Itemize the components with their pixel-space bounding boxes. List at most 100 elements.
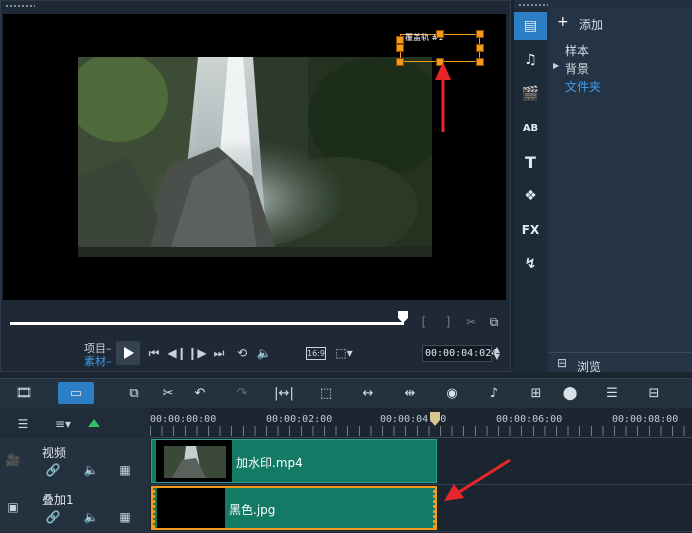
track-grid-icon[interactable]: ▦ [118, 509, 132, 525]
track-name: 叠加1 [42, 493, 74, 507]
ruler-tick-label: 00:00:08:00 [612, 414, 679, 425]
go-to-end-icon[interactable]: ⏭ [211, 345, 227, 361]
overlay-selection-box[interactable]: 覆盖轨 #1 [396, 30, 484, 66]
library-tree: + 添加 样本 ▶ 背景 文件夹 ⊟ 浏览 [549, 8, 692, 375]
track-name: 视频 [42, 446, 67, 460]
split-screen-icon[interactable]: ⊟ [640, 382, 668, 404]
browse-icon[interactable]: ⊟ [557, 356, 567, 370]
volume-icon[interactable]: 🔈 [256, 345, 272, 361]
audio-library-icon[interactable]: ♫ [514, 46, 547, 74]
mute-track-icon[interactable]: 🔈 [82, 462, 100, 478]
tools-icon[interactable]: ✂ [154, 382, 182, 404]
trim-handle-right[interactable] [433, 488, 437, 528]
multi-cam-icon[interactable]: ⊞ [522, 382, 550, 404]
time-ruler[interactable]: 00:00:00:00 00:00:02:00 00:00:04:00 00:0… [150, 408, 692, 438]
mark-in-icon[interactable]: [ [416, 314, 432, 330]
redo-icon[interactable]: ↷ [228, 382, 256, 404]
transition-icon[interactable]: AB [514, 114, 547, 142]
resize-handle[interactable] [396, 36, 404, 44]
timeline-view-icon[interactable]: ▭ [58, 382, 94, 404]
red-arrow-annotation [444, 458, 511, 501]
graphics-icon[interactable]: ❖ [514, 182, 547, 210]
clip-label: 加水印.mp4 [236, 456, 303, 470]
resize-handle[interactable] [396, 58, 404, 66]
aspect-ratio-button[interactable]: 16:9 [306, 347, 326, 360]
resize-handle[interactable] [436, 30, 444, 38]
tree-item-samples[interactable]: 样本 [565, 42, 589, 59]
timecode-field[interactable]: 00:00:04:024 [422, 345, 497, 362]
fit-timeline-icon[interactable]: |↔| [270, 382, 298, 404]
subtitle-icon[interactable]: ☰ [598, 382, 626, 404]
audio-mixer-icon[interactable]: ♪ [480, 382, 508, 404]
resize-handle[interactable] [476, 58, 484, 66]
storyboard-view-icon[interactable]: 🎞 [10, 382, 38, 404]
panel-grip[interactable] [518, 4, 548, 6]
add-icon[interactable]: + [557, 14, 569, 30]
overlay-track-header: ▣ 叠加1 🔗 🔈 ▦ [0, 485, 150, 532]
track-manager-icon[interactable]: ⧉ [120, 382, 148, 404]
expand-chevron-icon[interactable]: ▶ [553, 61, 559, 70]
expand-preview-icon[interactable]: ⧉ [486, 314, 502, 330]
split-icon[interactable]: ⇹ [396, 382, 424, 404]
overlay-track-icon: ▣ [7, 500, 19, 514]
undo-icon[interactable]: ↶ [186, 382, 214, 404]
ruler-tick-label: 00:00:02:00 [266, 414, 333, 425]
resize-mode-icon[interactable]: ⬚▾ [334, 345, 354, 361]
go-to-start-icon[interactable]: ⏮ [146, 345, 162, 361]
preview-canvas[interactable]: 覆盖轨 #1 [3, 14, 506, 300]
resize-handle[interactable] [476, 44, 484, 52]
scrubber-handle[interactable] [398, 311, 408, 323]
title-icon[interactable]: T [514, 148, 547, 176]
mode-clip[interactable]: 素材– [84, 353, 112, 369]
next-frame-icon[interactable]: ❙▶ [187, 345, 206, 361]
play-button[interactable] [116, 341, 140, 365]
add-folder-button[interactable]: 添加 [579, 16, 603, 33]
ruler-tick-label: 00:00:06:00 [496, 414, 563, 425]
timeline-toolbar [0, 378, 692, 408]
link-icon[interactable]: 🔗 [44, 509, 62, 525]
mute-track-icon[interactable]: 🔈 [82, 509, 100, 525]
red-arrow-annotation [435, 62, 451, 132]
video-editor-window: 覆盖轨 #1 [ ] ✂ ⧉ 项目– 素材– ⏮ ◀❙ ❙▶ ⏭ ⟲ 🔈 16:… [0, 0, 692, 533]
zoom-window-icon[interactable]: ⬚ [312, 382, 340, 404]
divider [549, 352, 692, 353]
video-track: 🎥 视频 🔗 🔈 ▦ 加水印.mp4 [0, 438, 692, 485]
video-clip[interactable]: 加水印.mp4 [151, 439, 437, 483]
clip-thumbnail [157, 488, 225, 528]
ruler-ticks [150, 426, 692, 436]
tree-item-folder[interactable]: 文件夹 [565, 78, 601, 95]
clip-thumbnail [156, 440, 232, 482]
track-grid-icon[interactable]: ▦ [118, 462, 132, 478]
color-correction-icon[interactable]: ◉ [438, 382, 466, 404]
tree-item-backgrounds[interactable]: 背景 [565, 60, 589, 77]
repeat-icon[interactable]: ⟲ [234, 345, 250, 361]
video-frame-image [78, 57, 432, 257]
timecode-stepper[interactable]: ▲ ▼ [492, 345, 502, 361]
trim-handle-left[interactable] [151, 488, 155, 528]
previous-frame-icon[interactable]: ◀❙ [167, 345, 186, 361]
video-camera-icon: 🎥 [5, 453, 21, 467]
ruler-tick-label: 00:00:00:00 [150, 414, 217, 425]
resize-handle[interactable] [396, 44, 404, 52]
overlay-clip[interactable]: 黑色.jpg [151, 486, 437, 530]
resize-handle[interactable] [476, 30, 484, 38]
media-library-icon[interactable]: ▤ [514, 12, 547, 40]
snap-icon[interactable]: ↔ [354, 382, 382, 404]
mark-out-icon[interactable]: ] [440, 314, 456, 330]
playhead-marker[interactable] [430, 412, 440, 426]
panel-grip[interactable] [5, 5, 35, 7]
library-category-bar: ▤ ♫ 🎬 AB T ❖ FX ↯ [514, 8, 547, 372]
browse-button[interactable]: 浏览 [577, 358, 601, 375]
track-options-icon[interactable]: ≡▾ [54, 416, 72, 432]
motion-path-icon[interactable]: ↯ [514, 250, 547, 278]
add-track-icon[interactable] [88, 419, 100, 427]
filter-fx-icon[interactable]: FX [514, 216, 547, 244]
scissors-icon[interactable]: ✂ [463, 314, 479, 330]
playback-scrubber[interactable] [10, 322, 404, 325]
video-track-header: 🎥 视频 🔗 🔈 ▦ [0, 438, 150, 485]
mask-icon[interactable]: ⬤ [556, 382, 584, 404]
clip-label: 黑色.jpg [229, 503, 276, 517]
track-list-icon[interactable]: ☰ [14, 416, 32, 432]
link-icon[interactable]: 🔗 [44, 462, 62, 478]
instant-project-icon[interactable]: 🎬 [514, 80, 547, 108]
